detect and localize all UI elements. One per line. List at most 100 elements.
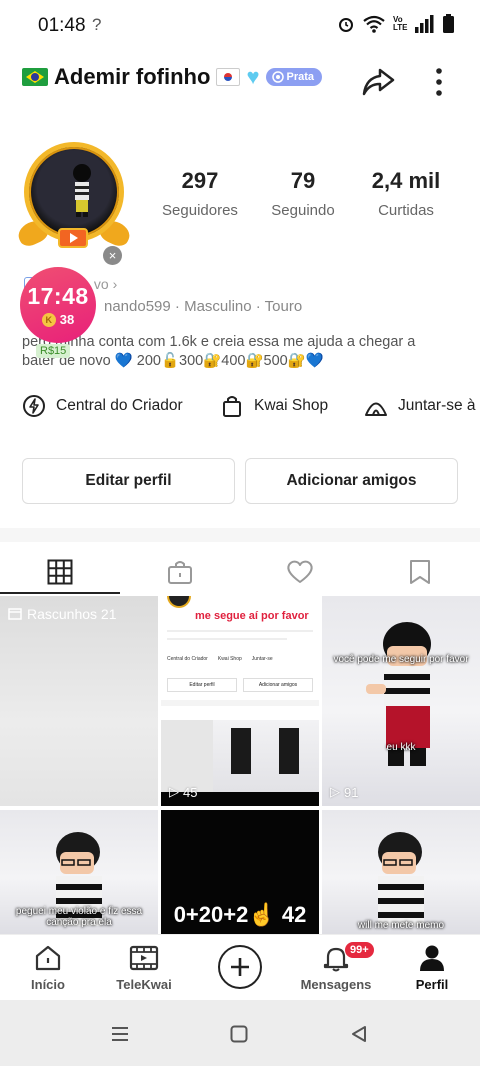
- bio-line-1: pero minha conta com 1.6k e creia essa m…: [22, 334, 416, 350]
- blue-heart-icon: ♥: [246, 64, 260, 89]
- rank-badge[interactable]: Prata: [265, 68, 323, 86]
- messages-badge: 99+: [344, 941, 375, 959]
- edit-profile-button[interactable]: Editar perfil: [22, 458, 235, 504]
- tab-private[interactable]: [120, 552, 240, 592]
- mini-grid-figure: [279, 728, 299, 774]
- coin-count: 38: [59, 312, 75, 327]
- likes-count: 2,4 mil: [371, 168, 441, 193]
- plus-icon: [231, 958, 249, 976]
- home-icon: [35, 945, 61, 971]
- video-overlay-text: 0+20+2☝ 42: [173, 902, 307, 927]
- share-icon[interactable]: [360, 64, 396, 100]
- section-divider: [0, 528, 480, 542]
- reward-timer: 17:48: [27, 283, 89, 309]
- mini-shortcuts: Central do Criador Kwai Shop Juntar-se: [167, 656, 273, 662]
- play-icon: ▷: [169, 784, 179, 799]
- join-group-link[interactable]: Juntar-se à: [364, 394, 476, 418]
- active-tab-indicator: [0, 592, 120, 594]
- grid-icon: [47, 559, 73, 585]
- nav-telekwai[interactable]: TeleKwai: [96, 943, 192, 992]
- video-caption: peguei meu violão e fiz essa canção pra …: [15, 906, 143, 928]
- profile-name: Ademir fofinho: [54, 64, 211, 89]
- nav-messages[interactable]: 99+ Mensagens: [288, 941, 384, 992]
- followers-count: 297: [181, 168, 219, 193]
- profile-info: nando599 · Masculino · Touro: [104, 298, 303, 315]
- creator-center-link[interactable]: Central do Criador: [22, 394, 183, 418]
- coin-icon: K: [41, 312, 56, 327]
- nav-telekwai-label: TeleKwai: [116, 977, 172, 992]
- create-button[interactable]: [218, 945, 262, 989]
- shopping-bag-icon: [223, 396, 241, 417]
- video-cell[interactable]: will me mete memo: [322, 810, 480, 934]
- mini-shortcut: Juntar-se: [251, 656, 273, 662]
- mini-grid-cell: [161, 720, 213, 792]
- home-button-icon[interactable]: [230, 1025, 248, 1043]
- avatar-image: [24, 142, 124, 242]
- video-cell[interactable]: você pode me seguir por favor eu kkk ▷ 9…: [322, 596, 480, 806]
- mini-line: [167, 630, 313, 632]
- avatar[interactable]: [14, 140, 134, 250]
- battery-icon: [443, 14, 454, 33]
- mini-title: me segue aí por favor: [195, 610, 309, 622]
- recent-apps-icon[interactable]: [110, 1026, 130, 1042]
- mini-screenshot: me segue aí por favor Central do Criador…: [161, 596, 319, 806]
- video-character: [378, 832, 424, 926]
- drafts-label: Rascunhos 21: [27, 606, 117, 622]
- kwai-shop-link[interactable]: Kwai Shop: [220, 394, 328, 418]
- person-icon: [420, 945, 444, 971]
- brazil-flag-icon: [22, 68, 48, 86]
- video-caption-2: eu kkk: [386, 742, 416, 753]
- play-icon: ▷: [330, 784, 340, 799]
- screen: 01:48 ? Vo LTE Ademir fofinho ♥ Prata 29…: [0, 0, 480, 1066]
- more-options-icon[interactable]: [432, 66, 446, 98]
- followers-stat[interactable]: 297 Seguidores: [155, 168, 245, 219]
- avatar-figure: [73, 164, 91, 217]
- tab-saved[interactable]: [360, 552, 480, 592]
- profile-name-row: Ademir fofinho ♥ Prata: [22, 64, 323, 90]
- reward-timer-bubble[interactable]: 17:48 K 38: [20, 267, 96, 343]
- profile-bio: pero minha conta com 1.6k e creia essa m…: [22, 333, 468, 371]
- following-stat[interactable]: 79 Seguindo: [258, 168, 348, 219]
- video-cell[interactable]: peguei meu violão e fiz essa canção pra …: [0, 810, 158, 934]
- creator-center-label: Central do Criador: [56, 397, 183, 414]
- mini-shortcut: Kwai Shop: [217, 656, 242, 662]
- mini-grid: [161, 720, 319, 792]
- nav-profile[interactable]: Perfil: [384, 943, 480, 992]
- mini-add-button: Adicionar amigos: [243, 678, 313, 692]
- bottom-navigation: Início TeleKwai 99+ Mensagens Perfil: [0, 934, 480, 1000]
- video-cell[interactable]: me segue aí por favor Central do Criador…: [161, 596, 319, 806]
- medal-icon: [271, 71, 284, 83]
- likes-label: Curtidas: [378, 202, 434, 219]
- likes-stat[interactable]: 2,4 mil Curtidas: [361, 168, 451, 219]
- drafts-label-row: Rascunhos 21: [8, 606, 117, 622]
- view-count: ▷ 45: [169, 784, 197, 800]
- status-time: 01:48: [38, 15, 86, 36]
- add-friends-button[interactable]: Adicionar amigos: [245, 458, 458, 504]
- rank-badge-label: Prata: [286, 71, 315, 83]
- video-cell[interactable]: 0+20+2☝ 42: [161, 810, 319, 934]
- alarm-icon: [339, 17, 353, 32]
- signal-icon: [415, 14, 434, 33]
- status-bar: 01:48 ? Vo LTE: [0, 0, 480, 52]
- followers-label: Seguidores: [162, 202, 238, 219]
- video-caption: você pode me seguir por favor: [333, 654, 469, 665]
- lock-icon: [168, 561, 192, 584]
- view-count: ▷ 91: [330, 784, 358, 800]
- coin-count-row: K 38: [20, 312, 96, 327]
- nav-home[interactable]: Início: [0, 943, 96, 992]
- video-caption: will me mete memo: [357, 920, 445, 931]
- close-icon[interactable]: ×: [103, 246, 122, 265]
- mini-edit-button: Editar perfil: [167, 678, 237, 692]
- following-count: 79: [290, 168, 316, 193]
- mini-grid-figure: [231, 728, 251, 774]
- tab-liked[interactable]: [240, 552, 360, 592]
- tab-posts[interactable]: [0, 552, 120, 592]
- drafts-cell[interactable]: Rascunhos 21: [0, 596, 158, 806]
- view-count-value: 91: [344, 784, 359, 800]
- drafts-icon: [8, 608, 22, 620]
- system-navigation-bar: [0, 1000, 480, 1066]
- mini-shortcut: Central do Criador: [167, 656, 208, 662]
- back-icon[interactable]: [350, 1025, 368, 1043]
- join-group-label: Juntar-se à: [398, 397, 476, 414]
- nav-messages-label: Mensagens: [300, 977, 372, 992]
